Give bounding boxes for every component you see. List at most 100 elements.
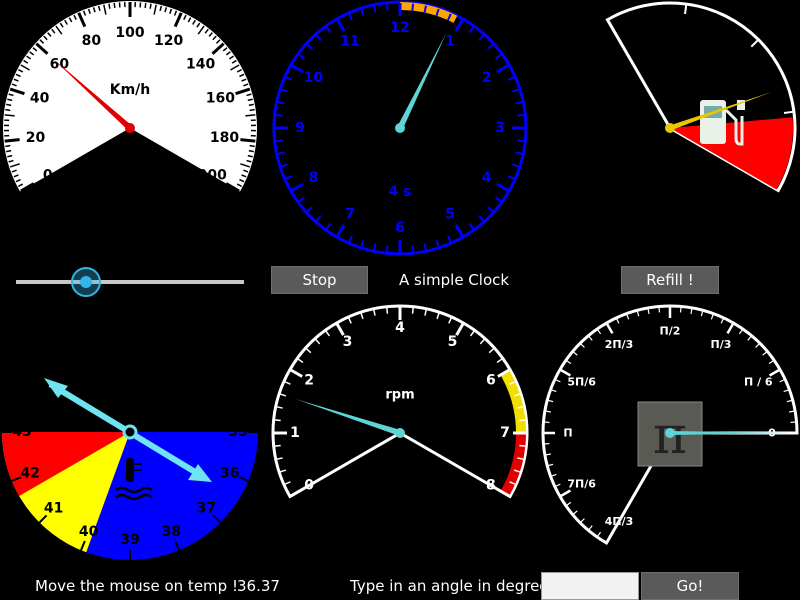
angle-tick xyxy=(545,453,551,456)
temp-tick-label: 38 xyxy=(162,524,181,540)
tachometer-tick xyxy=(469,330,475,337)
angle-tick xyxy=(605,323,614,335)
speedometer-tick-label: 0 xyxy=(43,168,53,184)
angle-tick xyxy=(726,323,735,335)
angle-tick xyxy=(597,329,602,335)
angle-tick xyxy=(555,379,561,383)
clock-tick xyxy=(468,26,475,34)
angle-tick-label: Π/3 xyxy=(711,338,732,351)
angle-tick xyxy=(588,336,593,341)
clock-tick xyxy=(511,88,520,93)
tachometer-tick xyxy=(488,348,495,354)
tachometer-tick xyxy=(284,481,291,485)
speedometer-tick-label: 180 xyxy=(210,130,239,146)
angle-tick xyxy=(779,379,785,383)
speedometer-unit-label: Km/h xyxy=(110,82,151,98)
clock-tick xyxy=(277,101,285,105)
speed-slider-track[interactable] xyxy=(16,280,244,284)
tachometer-tick xyxy=(479,338,485,345)
tachometer-tick xyxy=(496,358,503,364)
tachometer-tick xyxy=(315,338,321,345)
clock-tick xyxy=(487,206,494,213)
angle-tick xyxy=(720,318,724,324)
speedometer-tick-label: 20 xyxy=(26,130,46,146)
temp-tick-label: 42 xyxy=(20,465,39,481)
tachometer-tick xyxy=(386,307,389,314)
angle-tick xyxy=(566,360,572,365)
go-button[interactable]: Go! xyxy=(641,572,739,600)
angle-tick xyxy=(647,308,650,314)
clock-tick xyxy=(385,245,389,253)
clock-tick xyxy=(277,151,285,155)
angle-tick xyxy=(626,314,630,320)
tachometer-tick xyxy=(276,406,283,409)
angle-tick xyxy=(786,399,792,403)
angle-tick xyxy=(690,308,693,314)
clock-hour-label: 5 xyxy=(445,207,455,223)
speedometer-tick xyxy=(245,114,256,117)
clock-tick xyxy=(348,13,353,21)
angle-tick-label: Π/2 xyxy=(660,325,681,338)
clock-tick xyxy=(454,224,464,238)
clock-tick xyxy=(515,151,523,155)
clock-tick xyxy=(507,175,515,180)
clock-tick xyxy=(298,196,306,203)
clock-tick xyxy=(298,53,306,60)
clock-tick xyxy=(290,64,304,74)
tachometer-tick-label: 4 xyxy=(395,320,405,336)
angle-tick xyxy=(700,311,704,317)
angle-tick xyxy=(548,399,554,403)
speedometer-tick xyxy=(5,108,11,112)
speedometer-tick-label: 40 xyxy=(30,91,50,107)
angle-input[interactable] xyxy=(541,572,639,600)
temp-tick-label: 35 xyxy=(228,424,247,440)
clock-tick xyxy=(468,222,475,230)
clock-hour-label: 11 xyxy=(340,33,359,49)
tachometer-tick xyxy=(448,317,452,324)
clock-tick xyxy=(515,101,523,105)
tachometer-tick xyxy=(373,309,376,316)
refill-button[interactable]: Refill ! xyxy=(621,266,719,294)
fuel-empty-zone xyxy=(670,117,793,190)
tachometer-redline-arc xyxy=(500,432,526,496)
clock-tick xyxy=(285,175,293,180)
tachometer-tick xyxy=(276,457,283,460)
clock-tick xyxy=(315,34,322,41)
speedometer-tick-label: 80 xyxy=(82,33,102,49)
angle-tick xyxy=(560,489,572,498)
tachometer-tick-label: 1 xyxy=(290,425,300,441)
angle-tick xyxy=(573,510,578,515)
clock-tick xyxy=(373,243,377,251)
angle-prompt: Type in an angle in degree: xyxy=(350,577,554,595)
clock-hour-label: 2 xyxy=(482,70,492,86)
tachometer-tick xyxy=(325,330,331,337)
tachometer-tick xyxy=(279,469,287,473)
tachometer-tick-label: 0 xyxy=(304,478,314,494)
fuel-hub xyxy=(665,123,675,133)
speedometer-tick xyxy=(113,2,116,9)
tachometer-tick xyxy=(274,444,281,447)
stop-button[interactable]: Stop xyxy=(271,266,368,294)
clock-tick xyxy=(385,3,389,11)
clock-hour-label: 6 xyxy=(395,220,405,236)
clock-hour-label: 1 xyxy=(445,33,455,49)
tachometer-unit-label: rpm xyxy=(385,388,414,403)
clock-tick xyxy=(435,239,440,248)
clock-tick xyxy=(360,8,365,17)
speedometer-tick xyxy=(4,114,15,117)
clock-hour-label: 12 xyxy=(390,20,409,36)
speedometer-tick-label: 160 xyxy=(206,91,235,107)
angle-tick xyxy=(551,473,557,477)
speedometer-tick xyxy=(248,149,254,153)
clock-hour-label: 4 xyxy=(482,170,492,186)
temp-hub xyxy=(122,424,138,440)
tachometer-tick xyxy=(305,348,312,354)
temp-tick-label: 43 xyxy=(12,424,31,440)
tachometer-tick xyxy=(290,368,303,378)
angle-tick xyxy=(755,343,760,348)
angle-tick xyxy=(636,311,640,317)
tachometer-tick xyxy=(348,317,352,324)
angle-tick xyxy=(762,351,767,356)
clock-tick xyxy=(348,235,353,243)
speedometer-tick xyxy=(4,138,20,143)
